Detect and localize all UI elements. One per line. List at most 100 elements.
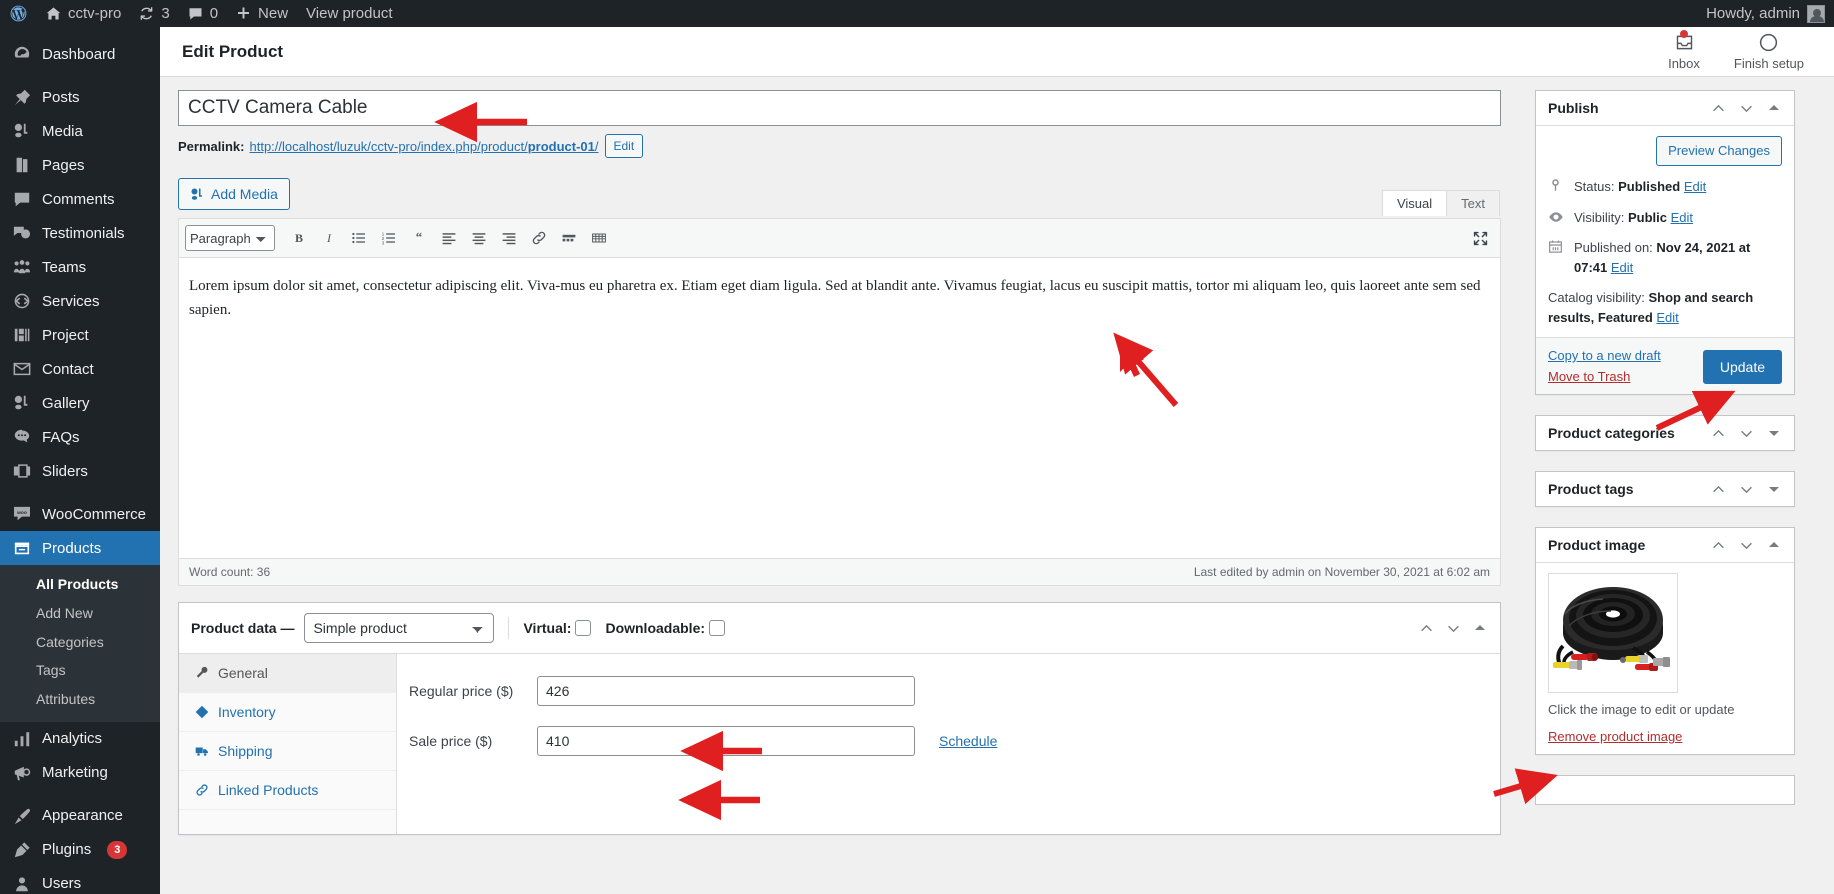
product-type-select[interactable]: Simple product [304, 613, 495, 643]
submenu-item-add-new[interactable]: Add New [0, 599, 160, 628]
sidebar-item-faqs[interactable]: FAQs [0, 420, 160, 454]
editor-tabs: Visual Text [1381, 190, 1500, 216]
pd-tab-linked-products[interactable]: Linked Products [179, 771, 396, 810]
edit-permalink-button[interactable]: Edit [604, 134, 644, 158]
toggle-panel-icon[interactable] [1472, 620, 1488, 636]
submenu-item-attributes[interactable]: Attributes [0, 685, 160, 714]
comments-count: 0 [209, 5, 219, 22]
copy-to-new-draft-link[interactable]: Copy to a new draft [1548, 348, 1661, 363]
sidebar-item-media[interactable]: Media [0, 114, 160, 148]
sidebar-item-woocommerce[interactable]: woo WooCommerce [0, 497, 160, 531]
permalink-url[interactable]: http://localhost/luzuk/cctv-pro/index.ph… [249, 139, 598, 154]
finish-setup-button[interactable]: Finish setup [1734, 32, 1804, 71]
fullscreen-icon[interactable] [1466, 224, 1494, 252]
permalink-label: Permalink: [178, 138, 245, 154]
toggle-panel-icon[interactable] [1766, 537, 1782, 553]
blockquote-icon[interactable]: “ [405, 224, 433, 252]
submenu-item-tags[interactable]: Tags [0, 656, 160, 685]
pin-marker-icon [1548, 178, 1566, 193]
move-down-icon[interactable] [1738, 100, 1754, 116]
schedule-sale-link[interactable]: Schedule [939, 733, 997, 749]
toolbar-toggle-icon[interactable] [585, 224, 613, 252]
downloadable-checkbox[interactable] [709, 620, 726, 636]
edit-status-link[interactable]: Edit [1684, 179, 1706, 194]
sidebar-item-comments[interactable]: Comments [0, 182, 160, 216]
sidebar-item-contact[interactable]: Contact [0, 352, 160, 386]
product-title-input[interactable] [178, 90, 1501, 126]
sidebar-item-teams[interactable]: Teams [0, 250, 160, 284]
edit-published-link[interactable]: Edit [1611, 260, 1633, 275]
submenu-item-all-products[interactable]: All Products [0, 570, 160, 599]
sale-price-input[interactable] [537, 726, 915, 756]
sidebar-item-plugins[interactable]: Plugins 3 [0, 833, 160, 867]
pd-tab-general[interactable]: General [179, 654, 396, 693]
move-up-icon[interactable] [1710, 425, 1726, 441]
media-icon [12, 121, 32, 141]
align-right-icon[interactable] [495, 224, 523, 252]
bulleted-list-icon[interactable] [345, 224, 373, 252]
italic-icon[interactable]: I [315, 224, 343, 252]
toggle-panel-icon[interactable] [1766, 425, 1782, 441]
submenu-item-categories[interactable]: Categories [0, 628, 160, 657]
link-icon[interactable] [525, 224, 553, 252]
move-down-icon[interactable] [1445, 620, 1461, 636]
sidebar-item-analytics[interactable]: Analytics [0, 722, 160, 756]
sidebar-item-testimonials[interactable]: Testimonials [0, 216, 160, 250]
pd-tab-shipping[interactable]: Shipping [179, 732, 396, 771]
move-down-icon[interactable] [1738, 537, 1754, 553]
move-up-icon[interactable] [1710, 100, 1726, 116]
regular-price-input[interactable] [537, 676, 915, 706]
howdy-label: Howdy, admin [1706, 5, 1800, 22]
sidebar-item-sliders[interactable]: Sliders [0, 454, 160, 488]
edit-visibility-link[interactable]: Edit [1671, 210, 1693, 225]
my-account-menu[interactable]: Howdy, admin [1697, 0, 1834, 27]
sidebar-item-appearance[interactable]: Appearance [0, 799, 160, 833]
move-down-icon[interactable] [1738, 425, 1754, 441]
sidebar-item-pages[interactable]: Pages [0, 148, 160, 182]
remove-product-image-link[interactable]: Remove product image [1548, 729, 1782, 744]
update-button[interactable]: Update [1702, 350, 1782, 384]
permalink-trailing-slash: / [594, 138, 599, 154]
move-to-trash-link[interactable]: Move to Trash [1548, 369, 1661, 384]
sidebar-item-gallery[interactable]: Gallery [0, 386, 160, 420]
virtual-checkbox[interactable] [575, 620, 592, 636]
sidebar-item-marketing[interactable]: Marketing [0, 756, 160, 790]
editor-content-area[interactable]: Lorem ipsum dolor sit amet, consectetur … [179, 258, 1500, 558]
tab-text[interactable]: Text [1446, 190, 1500, 216]
bold-icon[interactable]: B [285, 224, 313, 252]
align-left-icon[interactable] [435, 224, 463, 252]
edit-catalog-link[interactable]: Edit [1656, 310, 1678, 325]
sidebar-item-users[interactable]: Users [0, 867, 160, 894]
cctv-cable-coil-image [1549, 574, 1677, 692]
pd-tab-inventory[interactable]: Inventory [179, 693, 396, 732]
product-image-thumbnail[interactable] [1548, 573, 1678, 693]
move-up-icon[interactable] [1418, 620, 1434, 636]
paragraph-format-select[interactable]: Paragraph [185, 225, 275, 251]
move-down-icon[interactable] [1738, 481, 1754, 497]
wordpress-logo-button[interactable] [0, 0, 37, 27]
tab-visual[interactable]: Visual [1381, 190, 1448, 216]
new-content-button[interactable]: New [227, 0, 297, 27]
toggle-panel-icon[interactable] [1766, 481, 1782, 497]
sidebar-item-posts[interactable]: Posts [0, 80, 160, 114]
numbered-list-icon[interactable]: 123 [375, 224, 403, 252]
updates-button[interactable]: 3 [130, 0, 178, 27]
preview-changes-button[interactable]: Preview Changes [1656, 136, 1782, 166]
sidebar-column: Publish Preview Changes Status: Publishe… [1535, 90, 1795, 805]
inbox-button[interactable]: Inbox [1668, 30, 1700, 71]
align-center-icon[interactable] [465, 224, 493, 252]
users-icon [12, 874, 32, 894]
move-up-icon[interactable] [1710, 481, 1726, 497]
sidebar-item-products[interactable]: Products [0, 531, 160, 565]
toggle-panel-icon[interactable] [1766, 100, 1782, 116]
move-up-icon[interactable] [1710, 537, 1726, 553]
sidebar-item-services[interactable]: Services [0, 284, 160, 318]
product-tags-header: Product tags [1536, 472, 1794, 506]
view-product-button[interactable]: View product [297, 0, 401, 27]
comments-button[interactable]: 0 [179, 0, 227, 27]
sidebar-item-project[interactable]: Project [0, 318, 160, 352]
sidebar-item-dashboard[interactable]: Dashboard [0, 37, 160, 71]
site-name-button[interactable]: cctv-pro [37, 0, 130, 27]
add-media-button[interactable]: Add Media [178, 178, 290, 210]
read-more-icon[interactable] [555, 224, 583, 252]
